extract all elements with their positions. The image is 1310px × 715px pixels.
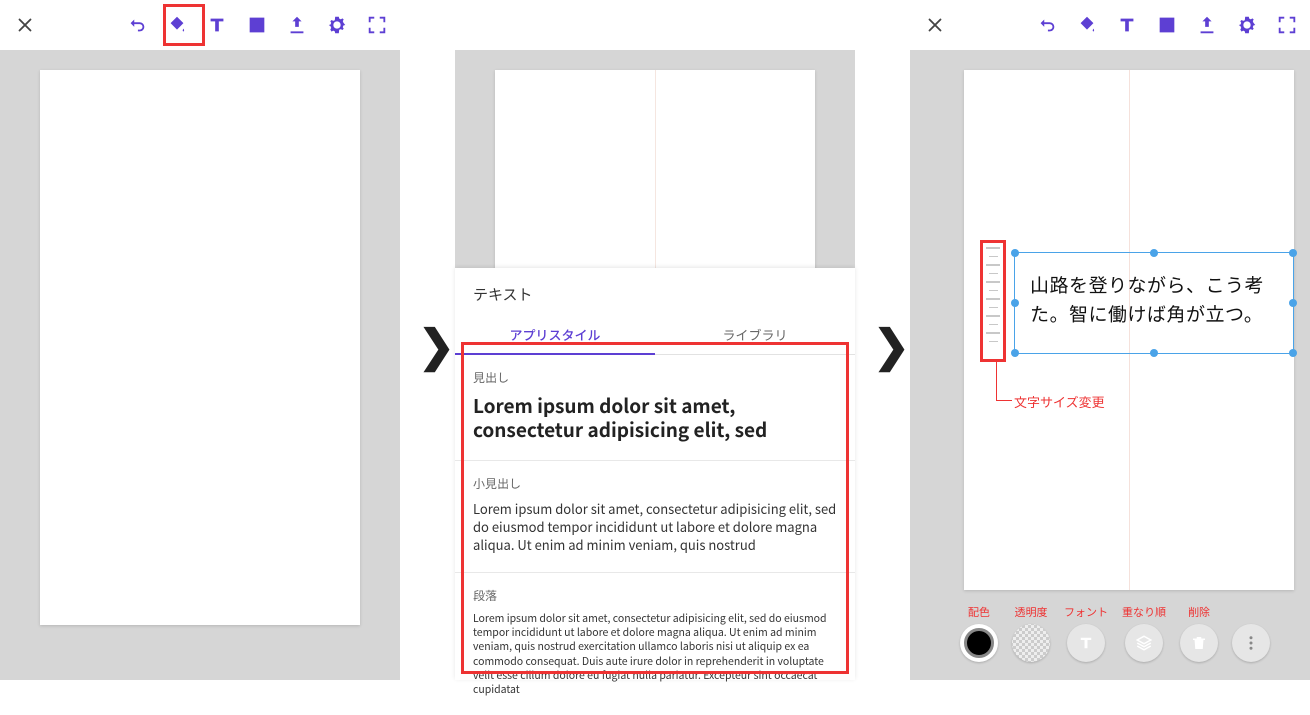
screenshot-panel-1 bbox=[0, 0, 400, 680]
settings-icon[interactable] bbox=[1236, 14, 1258, 36]
text-icon[interactable] bbox=[206, 14, 228, 36]
upload-icon[interactable] bbox=[286, 14, 308, 36]
close-icon[interactable] bbox=[924, 14, 946, 36]
text-icon bbox=[1067, 624, 1105, 662]
highlight-style-list bbox=[461, 342, 849, 674]
canvas-preview bbox=[495, 70, 815, 280]
opacity-icon bbox=[1012, 624, 1050, 662]
close-icon[interactable] bbox=[14, 14, 36, 36]
layers-icon bbox=[1125, 624, 1163, 662]
sequence-arrow: ❯ bbox=[873, 310, 910, 374]
settings-icon[interactable] bbox=[326, 14, 348, 36]
fullscreen-icon[interactable] bbox=[1276, 14, 1298, 36]
action-font[interactable]: フォント bbox=[1064, 604, 1108, 662]
text-action-bar: 配色 透明度 フォント 重なり順 削除 more bbox=[960, 604, 1300, 662]
trash-icon bbox=[1180, 624, 1218, 662]
text-icon[interactable] bbox=[1116, 14, 1138, 36]
fullscreen-icon[interactable] bbox=[366, 14, 388, 36]
fill-icon[interactable] bbox=[1076, 14, 1098, 36]
image-icon[interactable] bbox=[1156, 14, 1178, 36]
sheet-title: テキスト bbox=[455, 268, 855, 315]
top-toolbar bbox=[910, 0, 1310, 50]
action-opacity[interactable]: 透明度 bbox=[1012, 604, 1050, 662]
callout-label: 文字サイズ変更 bbox=[1014, 392, 1105, 411]
action-label: フォント bbox=[1064, 604, 1108, 620]
center-guide bbox=[655, 70, 656, 280]
image-icon[interactable] bbox=[246, 14, 268, 36]
undo-icon[interactable] bbox=[1036, 14, 1058, 36]
text-line: 山路を登りながら、こう考 bbox=[1030, 271, 1264, 298]
text-line: た。智に働けば角が立つ。 bbox=[1030, 300, 1263, 327]
highlight-text-tool bbox=[163, 4, 205, 46]
screenshot-panel-3: 文字サイズ変更 山路を登りながら、こう考 た。智に働けば角が立つ。 配色 透明度… bbox=[910, 0, 1310, 680]
callout-line bbox=[996, 400, 1012, 401]
callout-line bbox=[996, 360, 997, 400]
text-content[interactable]: 山路を登りながら、こう考 た。智に働けば角が立つ。 bbox=[1030, 270, 1310, 329]
more-icon bbox=[1232, 624, 1270, 662]
screenshot-panel-2: テキスト アプリスタイル ライブラリ 見出し Lorem ipsum dolor… bbox=[455, 0, 855, 680]
color-swatch-icon bbox=[964, 628, 994, 658]
upload-icon[interactable] bbox=[1196, 14, 1218, 36]
undo-icon[interactable] bbox=[126, 14, 148, 36]
action-order[interactable]: 重なり順 bbox=[1122, 604, 1166, 662]
highlight-size-slider bbox=[980, 240, 1006, 362]
action-color[interactable]: 配色 bbox=[960, 604, 998, 662]
action-more[interactable]: more bbox=[1232, 604, 1270, 662]
action-delete[interactable]: 削除 bbox=[1180, 604, 1218, 662]
sequence-arrow: ❯ bbox=[418, 310, 455, 374]
action-label: 透明度 bbox=[1015, 604, 1048, 620]
top-toolbar bbox=[455, 0, 855, 50]
action-label: 削除 bbox=[1188, 604, 1210, 620]
blank-canvas[interactable] bbox=[40, 70, 360, 625]
action-label: 配色 bbox=[968, 604, 990, 620]
action-label: 重なり順 bbox=[1122, 604, 1166, 620]
